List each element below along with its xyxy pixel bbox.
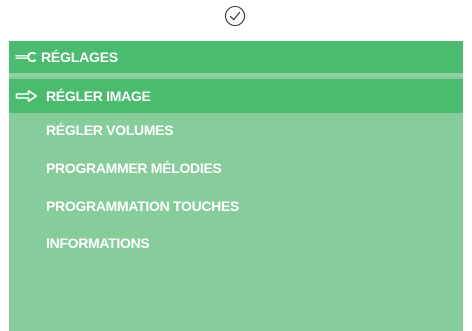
menu-header: RÉGLAGES bbox=[9, 41, 463, 73]
menu-item-label: INFORMATIONS bbox=[46, 235, 150, 251]
top-bar bbox=[0, 0, 472, 41]
wrench-icon bbox=[15, 52, 37, 62]
menu-item-informations[interactable]: INFORMATIONS bbox=[9, 226, 463, 260]
menu-item-programmation-touches[interactable]: PROGRAMMATION TOUCHES bbox=[9, 189, 463, 223]
arrow-right-icon bbox=[15, 90, 38, 102]
menu-item-label: PROGRAMMER MÉLODIES bbox=[46, 160, 222, 176]
menu-item-label: PROGRAMMATION TOUCHES bbox=[46, 198, 240, 214]
menu-item-label: RÉGLER VOLUMES bbox=[46, 122, 174, 138]
check-circle-icon[interactable] bbox=[224, 5, 246, 27]
settings-menu-panel: RÉGLAGES RÉGLER IMAGE RÉGLER VOLUMES PRO… bbox=[9, 41, 463, 331]
menu-title: RÉGLAGES bbox=[41, 49, 118, 65]
menu-item-regler-volumes[interactable]: RÉGLER VOLUMES bbox=[9, 113, 463, 147]
menu-item-regler-image[interactable]: RÉGLER IMAGE bbox=[9, 79, 463, 113]
menu-item-label: RÉGLER IMAGE bbox=[46, 88, 151, 104]
menu-item-programmer-melodies[interactable]: PROGRAMMER MÉLODIES bbox=[9, 151, 463, 185]
header-divider bbox=[9, 73, 463, 77]
